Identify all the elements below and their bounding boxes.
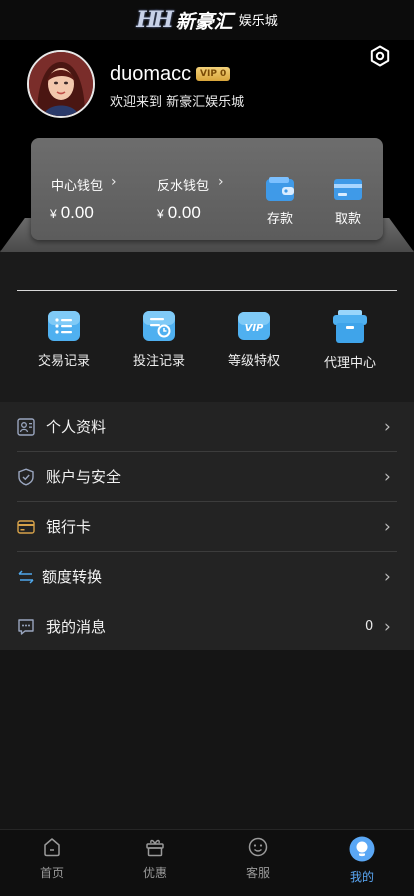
rebate-wallet-amount: ¥0.00 [157, 203, 201, 222]
chevron-right-icon: › [384, 466, 391, 487]
menu-item-account-security[interactable]: 账户与安全 › [0, 452, 414, 501]
brand-logo-mark: HH [136, 7, 174, 33]
menu-item-balance-transfer[interactable]: 额度转换 › [0, 552, 414, 601]
transaction-record-icon [48, 311, 80, 341]
chevron-right-icon: › [384, 416, 391, 437]
shortcut-agent-center[interactable]: 代理中心 [310, 310, 390, 371]
bank-card-icon [17, 519, 35, 534]
deposit-button[interactable]: 存款 [260, 176, 300, 227]
tab-promotions[interactable]: 优惠 [120, 836, 190, 881]
chevron-right-icon[interactable]: › [218, 174, 224, 190]
agent-center-icon [333, 310, 367, 343]
settings-gear-icon[interactable] [368, 44, 392, 68]
withdraw-button[interactable]: 取款 [328, 176, 368, 227]
welcome-text: 欢迎来到 新豪汇娱乐城 [110, 95, 245, 110]
profile-card-icon [17, 417, 35, 436]
tab-customer-service[interactable]: 客服 [223, 836, 293, 881]
home-icon [44, 838, 60, 857]
tab-label: 我的 [349, 870, 374, 884]
shortcut-label: 等级特权 [227, 354, 280, 369]
shortcut-bet-record[interactable]: 投注记录 [119, 310, 199, 369]
message-icon [18, 618, 34, 635]
bet-record-icon [143, 311, 175, 341]
tab-my-profile[interactable]: 我的 [327, 836, 397, 885]
shortcut-label: 投注记录 [132, 354, 185, 369]
my-profile-icon [349, 836, 375, 862]
bank-card-icon [334, 179, 362, 200]
tab-label: 客服 [245, 866, 270, 880]
customer-service-icon [248, 837, 268, 857]
vip-level-badge: VIP 0 [196, 67, 231, 81]
main-wallet-amount: ¥0.00 [50, 203, 94, 222]
shortcut-transaction-record[interactable]: 交易记录 [24, 310, 104, 369]
vip-privilege-icon: VIP [238, 312, 270, 340]
username: duomacc [110, 63, 192, 85]
shortcut-label: 交易记录 [37, 354, 90, 369]
chevron-right-icon[interactable]: › [111, 174, 117, 190]
chevron-right-icon: › [384, 566, 391, 587]
settings-menu: 个人资料 › 账户与安全 › 银行卡 › 额度转换 › 我的消息 0 › [0, 402, 414, 650]
menu-item-label: 账户与安全 [46, 468, 122, 486]
menu-item-label: 个人资料 [46, 418, 107, 436]
tab-home[interactable]: 首页 [17, 836, 87, 881]
svg-text:VIP: VIP [245, 323, 264, 334]
divider [17, 290, 397, 291]
brand-subtitle: 娱乐城 [238, 14, 278, 29]
transfer-arrows-icon [18, 569, 34, 584]
shortcut-label: 代理中心 [323, 356, 376, 371]
wallet-icon [266, 177, 294, 201]
chevron-right-icon: › [384, 516, 391, 537]
menu-item-bank-card[interactable]: 银行卡 › [0, 502, 414, 551]
avatar[interactable] [27, 50, 95, 118]
tab-label: 优惠 [142, 866, 167, 880]
chevron-right-icon: › [384, 616, 391, 637]
menu-item-messages[interactable]: 我的消息 0 › [0, 602, 414, 651]
shield-icon [18, 467, 34, 486]
rebate-wallet-label[interactable]: 反水钱包 [157, 175, 209, 194]
main-wallet-label[interactable]: 中心钱包 [51, 175, 103, 194]
withdraw-label: 取款 [334, 212, 361, 227]
brand-header: HH 新豪汇 娱乐城 [0, 0, 414, 40]
wallet-card: 中心钱包 › ¥0.00 反水钱包 › ¥0.00 存款 取款 [31, 138, 383, 240]
bottom-tab-bar: 首页 优惠 客服 我的 [0, 829, 414, 896]
menu-item-label: 额度转换 [42, 568, 103, 586]
unread-message-count: 0 [365, 619, 374, 634]
deposit-label: 存款 [266, 212, 293, 227]
shortcut-panel: 交易记录 投注记录 VIP 等级特权 代理中心 [0, 252, 414, 402]
menu-item-label: 我的消息 [46, 618, 107, 636]
brand-name: 新豪汇 [175, 10, 233, 33]
tab-label: 首页 [39, 866, 64, 880]
gift-icon [146, 839, 164, 857]
menu-item-profile[interactable]: 个人资料 › [0, 402, 414, 451]
menu-item-label: 银行卡 [46, 518, 92, 536]
shortcut-vip-privilege[interactable]: VIP 等级特权 [214, 310, 294, 369]
